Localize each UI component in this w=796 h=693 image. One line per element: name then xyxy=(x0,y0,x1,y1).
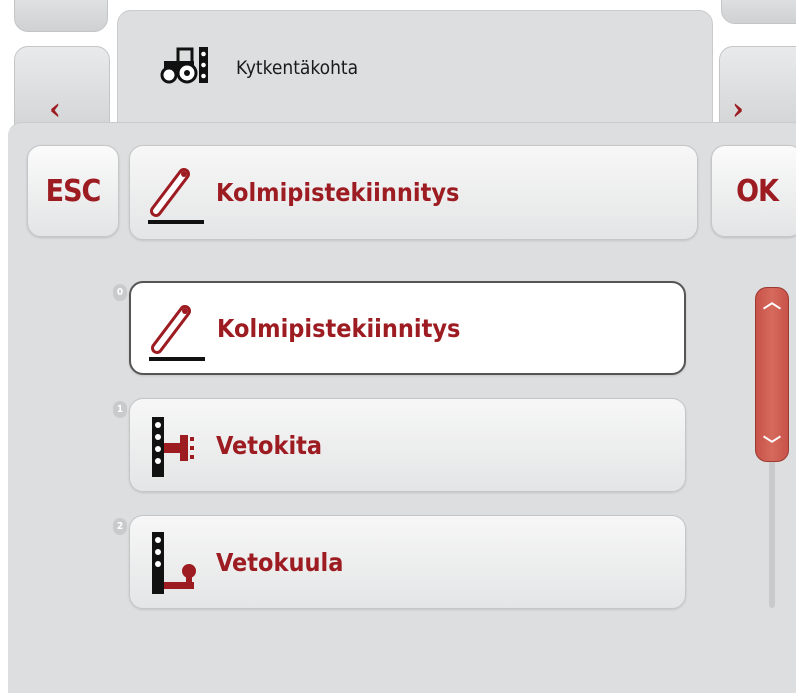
option-three-point-hitch[interactable]: Kolmipistekiinnitys xyxy=(129,281,686,375)
three-point-hitch-icon xyxy=(148,168,204,224)
tab-title: Kytkentäkohta xyxy=(236,57,359,79)
drawbar-clevis-icon xyxy=(152,417,194,477)
selected-value-field[interactable]: Kolmipistekiinnitys xyxy=(129,145,698,240)
tractor-icon xyxy=(160,47,208,84)
esc-button[interactable]: ESC xyxy=(27,145,119,237)
tab-top-right[interactable] xyxy=(721,0,796,24)
option-index-badge: 2 xyxy=(113,518,127,535)
option-label: Vetokuula xyxy=(216,547,344,577)
option-index-badge: 1 xyxy=(113,401,127,418)
terminal-screen: ‹ › Kytkentäkohta ESC OK Kolmipistekiinn… xyxy=(0,0,796,693)
scroll-down-icon[interactable]: ﹀ xyxy=(763,437,781,455)
tow-ball-icon xyxy=(152,532,196,594)
three-point-hitch-icon xyxy=(149,305,205,361)
option-drawbar-clevis[interactable]: Vetokita xyxy=(129,398,686,492)
tab-top-left[interactable] xyxy=(14,0,108,32)
selected-value-label: Kolmipistekiinnitys xyxy=(216,178,460,207)
option-label: Vetokita xyxy=(216,430,323,460)
ok-button[interactable]: OK xyxy=(711,145,796,237)
option-tow-ball[interactable]: Vetokuula xyxy=(129,515,686,609)
scroll-up-icon[interactable]: ︿ xyxy=(763,294,781,312)
option-index-badge: 0 xyxy=(113,284,127,301)
scrollbar-thumb[interactable]: ︿ ﹀ xyxy=(755,287,789,462)
tab-coupling-point[interactable]: Kytkentäkohta xyxy=(117,10,713,140)
option-label: Kolmipistekiinnitys xyxy=(217,313,461,343)
